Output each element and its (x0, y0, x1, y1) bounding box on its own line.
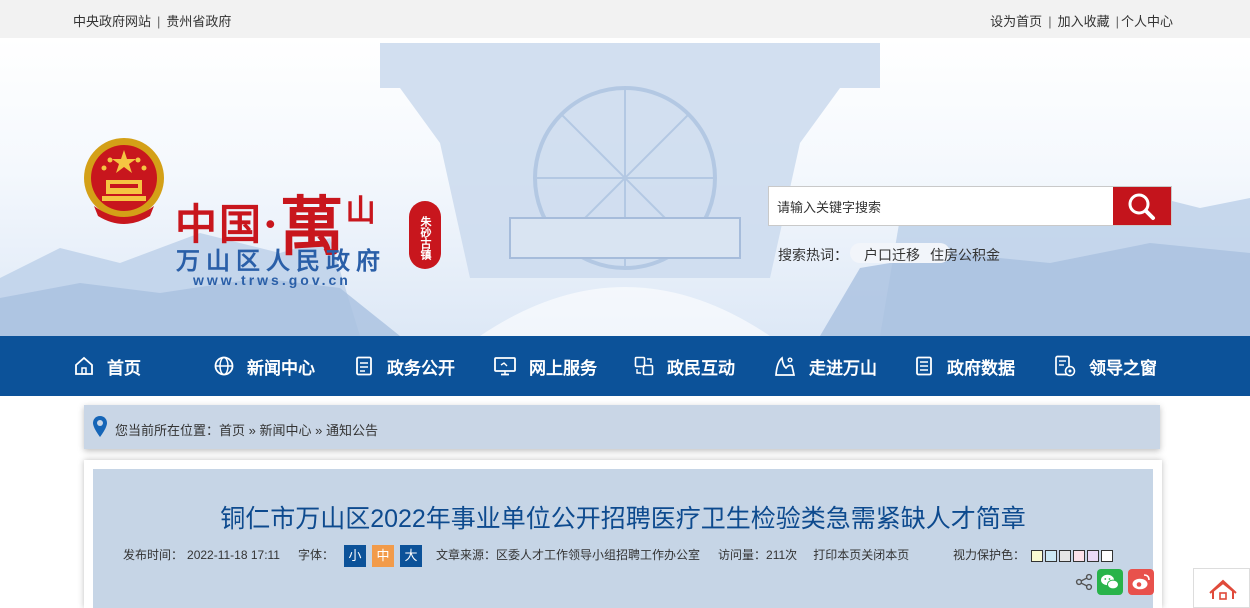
wechat-icon[interactable] (1097, 569, 1123, 595)
article-source: 区委人才工作领导小组招聘工作办公室 (496, 548, 701, 562)
home-icon (1209, 579, 1237, 600)
breadcrumb: 您当前所在位置：首页 » 新闻中心 » 通知公告 (84, 405, 1160, 449)
nav-item-gov-data[interactable]: 政府数据 (913, 336, 1015, 396)
nav-label: 网上服务 (529, 358, 597, 378)
leader-icon (1055, 355, 1076, 377)
search-button[interactable] (1113, 187, 1171, 225)
link-central-gov[interactable]: 中央政府网站 (73, 14, 151, 29)
nav-label: 走进万山 (809, 358, 877, 378)
vision-swatch-purple[interactable] (1087, 549, 1100, 562)
weibo-icon[interactable] (1128, 569, 1154, 595)
nav-item-news[interactable]: 新闻中心 (213, 336, 315, 396)
vision-swatch-yellow[interactable] (1031, 549, 1044, 562)
hot-search-label: 搜索热词： (778, 247, 848, 263)
add-favorite-link[interactable]: 加入收藏 (1058, 14, 1110, 29)
vision-label: 视力保护色： (953, 548, 1026, 562)
top-bar-right: 设为首页 | 加入收藏 | 个人中心 (990, 11, 1173, 30)
divider: | (157, 14, 161, 29)
divider: | (1115, 14, 1119, 29)
publish-time: 2022-11-18 17:11 (187, 548, 280, 562)
breadcrumb-separator: » (248, 423, 256, 438)
set-homepage-link[interactable]: 设为首页 (990, 14, 1042, 29)
globe-icon (214, 356, 234, 376)
eye-protection-colors: 视力保护色： (953, 543, 1114, 567)
personal-center-link[interactable]: 个人中心 (1121, 14, 1173, 29)
publish-label: 发布时间： (123, 548, 184, 562)
nav-item-about-wanshan[interactable]: 走进万山 (773, 336, 877, 396)
nav-label: 政务公开 (387, 358, 455, 378)
breadcrumb-separator: » (315, 423, 323, 438)
nav-label: 领导之窗 (1089, 358, 1157, 378)
article-container: 铜仁市万山区2022年事业单位公开招聘医疗卫生检验类急需紧缺人才简章 发布时间：… (84, 460, 1162, 608)
breadcrumb-news[interactable]: 新闻中心 (260, 423, 312, 438)
nav-label: 首页 (107, 358, 141, 378)
font-size-small-button[interactable]: 小 (344, 544, 366, 567)
nav-item-leaders[interactable]: 领导之窗 (1053, 336, 1157, 396)
location-pin-icon (93, 416, 107, 437)
divider: | (1048, 14, 1052, 29)
breadcrumb-prefix: 您当前所在位置： (115, 423, 220, 438)
search-box (768, 186, 1172, 226)
font-size-large-button[interactable]: 大 (400, 544, 422, 567)
main-nav: 首页 新闻中心 政务公开 网上服务 政民互动 走进万山 政府数据 领导之窗 (0, 336, 1250, 396)
header-banner: 中国·萬山 朱砂古镇 万山区人民政府 www.trws.gov.cn 搜索热词：… (0, 38, 1250, 336)
data-icon (916, 356, 932, 376)
vision-swatch-gray[interactable] (1059, 549, 1072, 562)
share-icon[interactable] (1075, 573, 1093, 591)
nav-label: 政民互动 (667, 358, 735, 378)
monitor-icon (494, 357, 516, 376)
hot-word-hukou[interactable]: 户口迁移 (864, 247, 920, 263)
home-icon (75, 356, 93, 375)
vision-swatch-white[interactable] (1101, 549, 1114, 562)
float-home-button[interactable] (1193, 568, 1250, 608)
top-bar: 中央政府网站 | 贵州省政府 设为首页 | 加入收藏 | 个人中心 (0, 0, 1250, 38)
source-label: 文章来源： (436, 548, 497, 562)
breadcrumb-text: 您当前所在位置：首页 » 新闻中心 » 通知公告 (115, 420, 378, 439)
vision-swatch-blue[interactable] (1045, 549, 1058, 562)
mountain-icon (775, 356, 796, 376)
link-guizhou-gov[interactable]: 贵州省政府 (166, 14, 231, 29)
breadcrumb-home[interactable]: 首页 (219, 423, 245, 438)
article-meta: 发布时间： 2022-11-18 17:11 字体： 小中大文章来源：区委人才工作领导… (123, 543, 909, 567)
views-label: 访问量： (718, 548, 767, 562)
nav-item-interaction[interactable]: 政民互动 (633, 336, 735, 396)
breadcrumb-notice[interactable]: 通知公告 (326, 423, 378, 438)
nav-label: 政府数据 (947, 358, 1015, 378)
interaction-icon (634, 356, 654, 376)
font-size-medium-button[interactable]: 中 (372, 544, 394, 567)
print-page-link[interactable]: 打印本页 (813, 543, 861, 567)
hot-word-housing-fund[interactable]: 住房公积金 (930, 247, 1000, 263)
nav-label: 新闻中心 (247, 358, 315, 378)
article-panel: 铜仁市万山区2022年事业单位公开招聘医疗卫生检验类急需紧缺人才简章 发布时间：… (93, 469, 1154, 608)
document-icon (356, 356, 372, 376)
vision-swatch-pink[interactable] (1073, 549, 1086, 562)
national-emblem-icon (84, 138, 164, 224)
top-bar-left: 中央政府网站 | 贵州省政府 (73, 11, 231, 30)
zhusha-town-seal: 朱砂古镇 (409, 201, 441, 269)
search-icon (1128, 193, 1155, 220)
font-size-label: 字体： (297, 548, 334, 562)
article-title: 铜仁市万山区2022年事业单位公开招聘医疗卫生检验类急需紧缺人才简章 (220, 505, 1026, 533)
site-url: www.trws.gov.cn (193, 272, 351, 288)
nav-item-gov-affairs[interactable]: 政务公开 (353, 336, 455, 396)
nav-item-home[interactable]: 首页 (73, 336, 141, 396)
search-input[interactable] (777, 195, 1107, 219)
hot-search-words: 搜索热词： 户口迁移 住房公积金 (778, 245, 1010, 265)
close-page-link[interactable]: 关闭本页 (861, 543, 909, 567)
nav-item-online-service[interactable]: 网上服务 (493, 336, 597, 396)
logo-shan: 山 (345, 194, 378, 229)
site-name: 万山区人民政府 (176, 248, 386, 275)
view-count: 211次 (766, 548, 798, 562)
